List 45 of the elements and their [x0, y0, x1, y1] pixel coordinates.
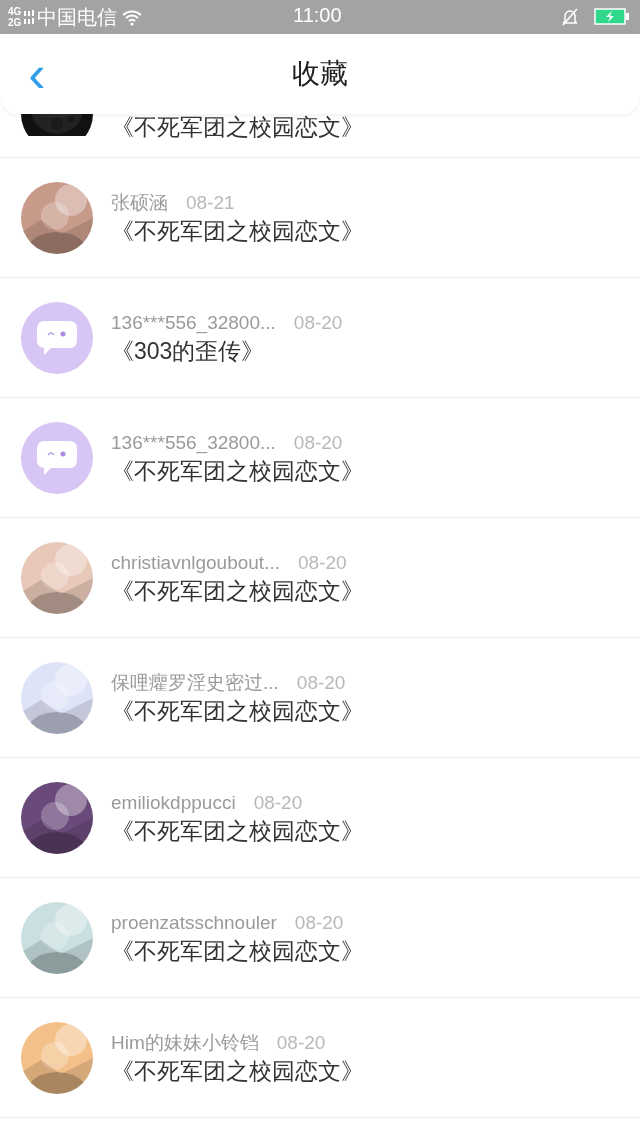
user-name: emiliokdppucci — [111, 792, 236, 812]
user-name: 张硕涵 — [111, 192, 168, 212]
favorite-item[interactable]: 136***556_32800... 08-20 《不死军团之校园恋文》 — [0, 398, 640, 518]
user-name: Him的妹妹小铃铛 — [111, 1032, 259, 1052]
network-label: 4G — [8, 6, 22, 17]
item-title: 《不死军团之校园恋文》 — [111, 939, 364, 963]
favorite-item[interactable]: proenzatsschnouler 08-20 《不死军团之校园恋文》 — [0, 878, 640, 998]
item-title: 《不死军团之校园恋文》 — [111, 1059, 364, 1083]
date-label: 08-20 — [293, 312, 343, 332]
user-name: proenzatsschnouler — [111, 912, 277, 932]
item-title: 《不死军团之校园恋文》 — [111, 116, 364, 139]
chat-bubble-icon — [36, 438, 78, 477]
date-label: 08-21 — [186, 192, 235, 212]
carrier-name: 中国电信 — [37, 7, 118, 27]
user-name: 保哩癯罗淫史密过... — [111, 672, 279, 692]
clock-time: 11:00 — [293, 5, 342, 25]
user-name: 136***556_32800... — [111, 312, 276, 332]
date-label: 08-20 — [296, 672, 346, 692]
signal-icon — [23, 9, 36, 25]
date-label: 08-20 — [293, 432, 343, 452]
item-title: 《不死军团之校园恋文》 — [111, 819, 364, 843]
item-title: 《不死军团之校园恋文》 — [111, 459, 364, 483]
user-name: christiavnlgoubout... — [111, 552, 280, 572]
favorite-item[interactable]: christiavnlgoubout... 08-20 《不死军团之校园恋文》 — [0, 518, 640, 638]
favorite-item[interactable]: 张硕涵 08-21 《不死军团之校园恋文》 — [0, 158, 640, 278]
item-title: 《不死军团之校园恋文》 — [111, 579, 364, 603]
date-label: 08-20 — [294, 912, 344, 932]
favorite-item[interactable]: 《不死军团之校园恋文》 — [0, 114, 640, 158]
network-label: 2G — [8, 17, 22, 28]
date-label: 08-20 — [298, 552, 347, 572]
date-label: 08-20 — [276, 1032, 326, 1052]
item-title: 《不死军团之校园恋文》 — [111, 219, 364, 243]
item-title: 《不死军团之校园恋文》 — [111, 699, 364, 723]
item-title: 《303的歪传》 — [111, 339, 266, 363]
chat-bubble-icon — [36, 318, 78, 357]
user-name: 136***556_32800... — [111, 432, 276, 452]
date-label: 08-20 — [253, 792, 303, 812]
favorite-item[interactable]: emiliokdppucci 08-20 《不死军团之校园恋文》 — [0, 758, 640, 878]
battery-icon — [594, 8, 630, 26]
wifi-icon — [121, 8, 144, 26]
favorite-item[interactable]: 保哩癯罗淫史密过... 08-20 《不死军团之校园恋文》 — [0, 638, 640, 758]
page-title: 收藏 — [292, 57, 348, 91]
muted-bell-icon — [560, 7, 580, 27]
favorite-item[interactable]: 136***556_32800... 08-20 《303的歪传》 — [0, 278, 640, 398]
favorite-item[interactable]: Him的妹妹小铃铛 08-20 《不死军团之校园恋文》 — [0, 998, 640, 1118]
